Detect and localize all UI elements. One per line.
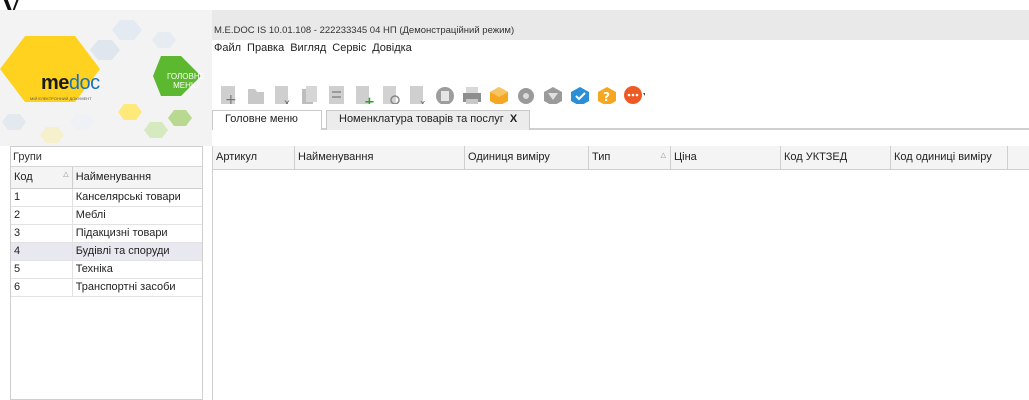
groups-panel: Групи Код △ Найменування 1 Канселярські т…: [10, 146, 203, 400]
column-header-name[interactable]: Найменування: [295, 146, 465, 169]
row-code: 1: [11, 189, 73, 206]
table-row[interactable]: 5 Техніка: [11, 261, 202, 279]
row-name: Підакцизні товари: [75, 227, 168, 239]
row-name: Техніка: [75, 263, 113, 275]
logo-me: me: [41, 72, 69, 94]
table-row-selected[interactable]: 4 Будівлі та споруди: [11, 243, 202, 261]
window-title: M.E.DOC IS 10.01.108 - 222233345 04 НП (…: [214, 25, 515, 36]
row-name: Меблі: [75, 209, 106, 221]
tab-nomenclature[interactable]: Номенклатура товарів та послуг X: [326, 110, 531, 130]
menu-help[interactable]: Довідка: [372, 42, 412, 54]
table-row[interactable]: 2 Меблі: [11, 207, 202, 225]
row-code: 3: [11, 225, 73, 242]
groups-header: Код △ Найменування: [11, 167, 202, 189]
column-header-name[interactable]: Найменування: [73, 167, 202, 188]
tab-main-menu-label: Головне меню: [225, 113, 298, 125]
row-code: 6: [11, 279, 73, 296]
table-row[interactable]: 1 Канселярські товари: [11, 189, 202, 207]
column-header-article[interactable]: Артикул: [213, 146, 295, 169]
cropped-caption: у: [0, 0, 1029, 10]
nomenclature-table: Артикул Найменування Одиниця виміру Тип …: [212, 146, 1029, 400]
nomenclature-header: Артикул Найменування Одиниця виміру Тип …: [213, 146, 1029, 170]
column-header-type[interactable]: Тип △: [589, 146, 671, 169]
column-header-uktzed[interactable]: Код УКТЗЕД: [781, 146, 891, 169]
tab-nomenclature-label: Номенклатура товарів та послуг: [339, 113, 504, 125]
row-code: 5: [11, 261, 73, 278]
column-header-unit[interactable]: Одиниця виміру: [465, 146, 589, 169]
row-name: Будівлі та споруди: [75, 245, 170, 257]
logo-area: medoc МІЙ ЕЛЕКТРОННИЙ ДОКУМЕНТ ГОЛОВНЕ М…: [0, 10, 212, 146]
column-header-price[interactable]: Ціна: [671, 146, 781, 169]
row-code: 4: [11, 243, 73, 260]
sort-asc-icon: △: [63, 171, 69, 178]
menu-edit[interactable]: Правка: [247, 42, 284, 54]
column-header-unit-code[interactable]: Код одиниці виміру: [891, 146, 1008, 169]
table-row[interactable]: 6 Транспортні засоби: [11, 279, 202, 297]
column-header-code-label: Код: [14, 171, 33, 183]
table-row[interactable]: 3 Підакцизні товари: [11, 225, 202, 243]
svg-text:?: ?: [603, 90, 610, 104]
main-menu-button[interactable]: ГОЛОВНЕ МЕНЮ: [162, 72, 210, 90]
menu-file[interactable]: Файл: [214, 42, 241, 54]
column-header-code[interactable]: Код △: [11, 167, 73, 188]
row-name: Транспортні засоби: [75, 281, 176, 293]
row-name: Канселярські товари: [75, 191, 181, 203]
row-code: 2: [11, 207, 73, 224]
groups-rows: 1 Канселярські товари 2 Меблі 3 Підакцизні …: [11, 189, 202, 297]
menu-service[interactable]: Сервіс: [332, 42, 366, 54]
groups-title: Групи: [11, 147, 202, 167]
logo-doc: doc: [68, 72, 100, 94]
close-icon[interactable]: X: [510, 113, 517, 125]
tab-bar: Головне меню Номенклатура товарів та пос…: [212, 104, 1029, 130]
sort-asc-icon: △: [660, 152, 666, 159]
menu-view[interactable]: Вигляд: [290, 42, 326, 54]
column-header-type-label: Тип: [592, 151, 611, 163]
tab-main-menu[interactable]: Головне меню: [212, 110, 322, 130]
logo-wordmark: medoc: [41, 72, 100, 95]
menu-bar: Файл Правка Вигляд Сервіс Довідка: [214, 42, 412, 54]
logo-subtitle: МІЙ ЕЛЕКТРОННИЙ ДОКУМЕНТ: [30, 96, 92, 101]
